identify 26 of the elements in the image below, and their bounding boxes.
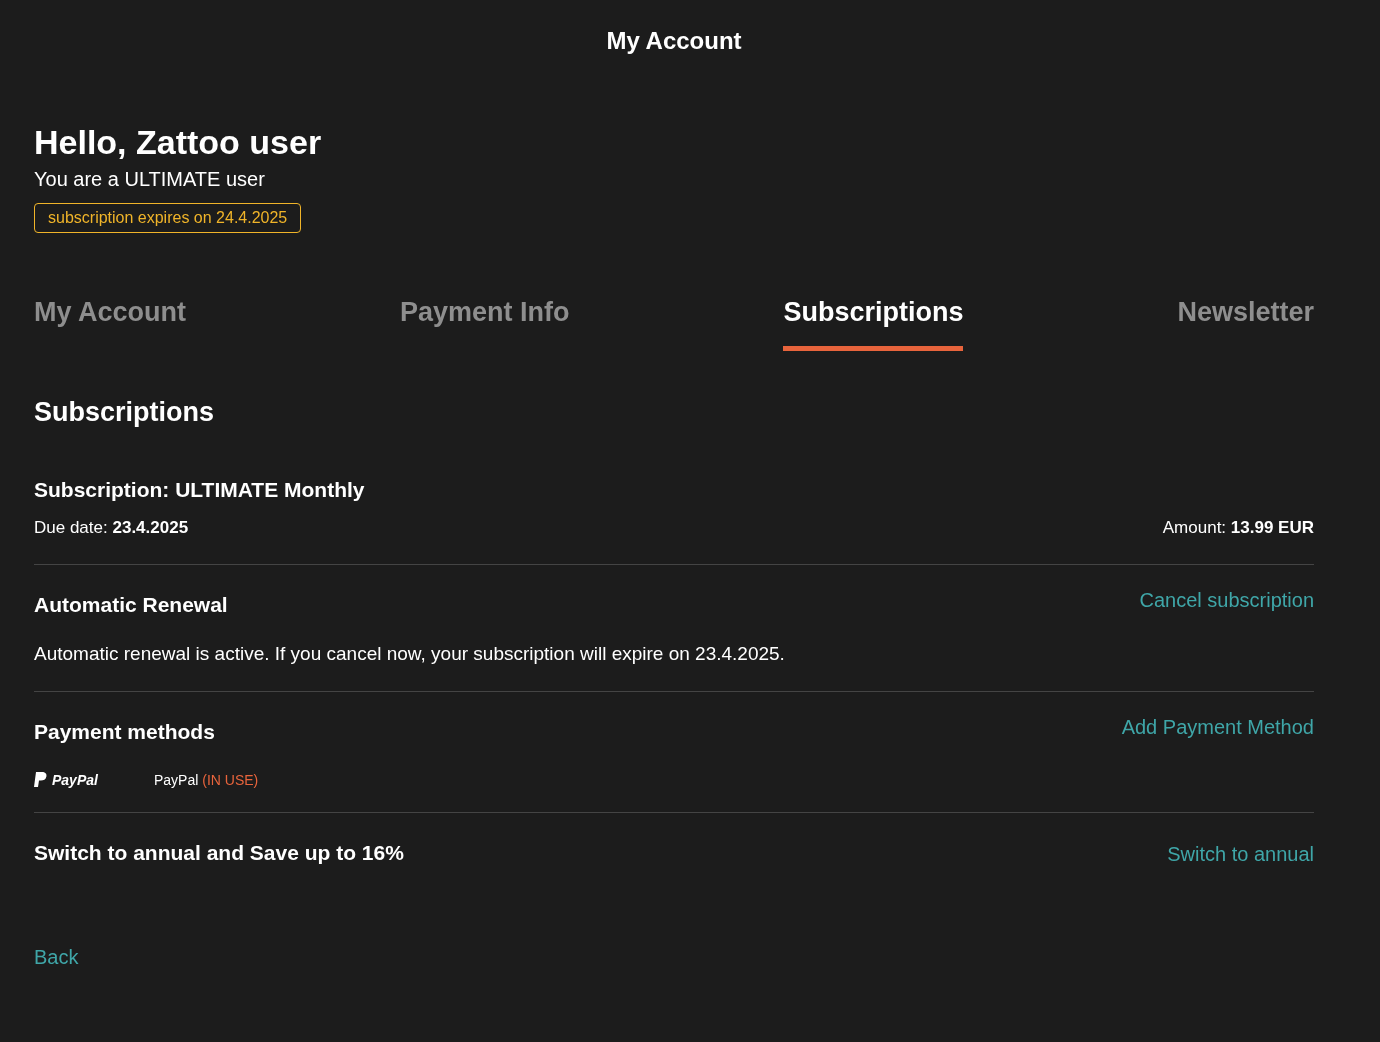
in-use-status: (IN USE) [202, 772, 259, 788]
due-date-value: 23.4.2025 [112, 518, 189, 537]
p-logo-icon [34, 772, 47, 788]
section-title: Subscriptions [34, 397, 216, 428]
tab[interactable]: Newsletter [1177, 297, 1314, 351]
amount-label: Amount: [1162, 518, 1227, 537]
tab[interactable]: Subscriptions [783, 297, 964, 351]
greeting-title: Hello, Zattoo user [34, 123, 323, 162]
switch-to-annual-link[interactable]: Switch to annual [1167, 843, 1314, 866]
user-level-text: You are a ULTIMATE user [34, 168, 266, 191]
tab[interactable]: Payment Info [399, 297, 570, 351]
payment-method-name: PayPal [154, 772, 199, 788]
tab[interactable]: My Account [34, 297, 186, 351]
payment-methods-title: Payment methods [34, 720, 215, 744]
cancel-subscription-link[interactable]: Cancel subscription [1139, 589, 1314, 612]
amount-value: 13.99 EUR [1230, 518, 1314, 537]
add-payment-method-link[interactable]: Add Payment Method [1121, 716, 1314, 739]
annual-offer-title: Switch to annual and Save up to 16% [34, 841, 404, 865]
renewal-title: Automatic Renewal [34, 593, 228, 617]
paypal-logo-text: PayPal [52, 772, 98, 788]
renewal-text: Automatic renewal is active. If you cancel now, your subscription will expire on 23.4.2025. [34, 643, 786, 665]
back-link[interactable]: Back [34, 946, 79, 968]
page-title: My Account [605, 26, 743, 55]
subscription-title: Subscription: ULTIMATE Monthly [34, 478, 366, 502]
due-date-label: Due date: [34, 518, 108, 537]
expiry-badge: subscription expires on 24.4.2025 [34, 203, 302, 233]
